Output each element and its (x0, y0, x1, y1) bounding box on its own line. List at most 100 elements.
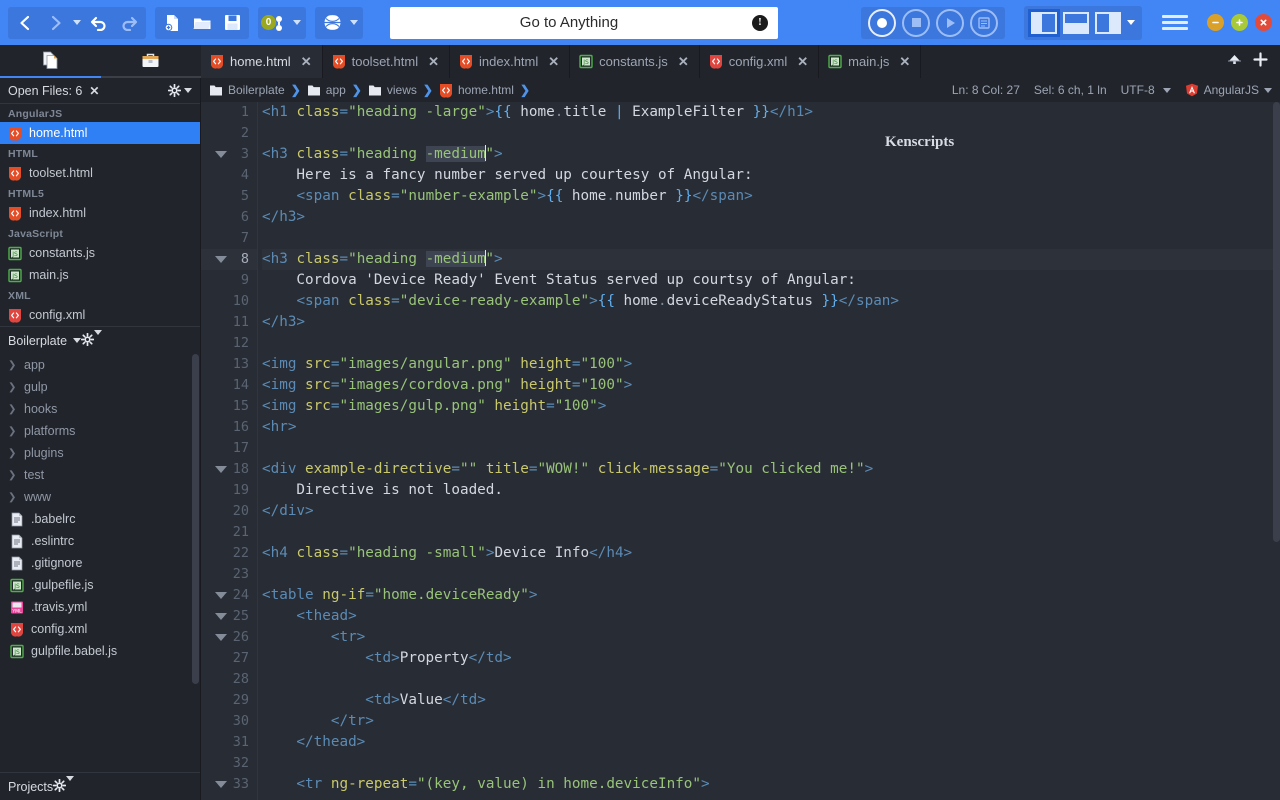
code-line[interactable]: <h3 class="heading -medium"> (262, 249, 1280, 270)
tree-item-plugins[interactable]: ❯plugins (0, 442, 200, 464)
chevron-right-icon[interactable]: ❯ (8, 492, 17, 503)
undo-button[interactable] (84, 8, 114, 38)
notifications-icon[interactable] (1226, 51, 1243, 72)
maximize-button[interactable] (1231, 14, 1248, 31)
tree-item-app[interactable]: ❯app (0, 354, 200, 376)
layout-dropdown-button[interactable] (1124, 8, 1138, 38)
code-line[interactable] (262, 669, 1280, 690)
save-button[interactable] (217, 8, 247, 38)
fold-arrow-icon[interactable] (215, 466, 227, 473)
editor-scrollbar[interactable] (1273, 102, 1280, 542)
code-line[interactable] (262, 564, 1280, 585)
tree-item-hooks[interactable]: ❯hooks (0, 398, 200, 420)
projects-settings-button[interactable] (53, 779, 74, 795)
code-line[interactable]: <img src="images/cordova.png" height="10… (262, 375, 1280, 396)
code-line[interactable] (262, 228, 1280, 249)
open-file-item-config-xml[interactable]: config.xml (0, 304, 200, 326)
record-button[interactable] (868, 9, 896, 37)
breadcrumb-item-home-html[interactable]: home.html (439, 83, 514, 98)
open-file-item-main-js[interactable]: JSmain.js (0, 264, 200, 286)
chevron-right-icon[interactable]: ❯ (8, 426, 17, 437)
chevron-right-icon[interactable]: ❯ (8, 360, 17, 371)
fold-arrow-icon[interactable] (215, 592, 227, 599)
fold-arrow-icon[interactable] (215, 613, 227, 620)
code-line[interactable] (262, 123, 1280, 144)
open-file-item-constants-js[interactable]: JSconstants.js (0, 242, 200, 264)
stop-button[interactable] (902, 9, 930, 37)
open-files-close-icon[interactable]: ✕ (89, 84, 99, 98)
tree-item--eslintrc[interactable]: .eslintrc (0, 530, 200, 552)
layout-left-panel-button[interactable] (1031, 12, 1057, 34)
chevron-right-icon[interactable]: ❯ (8, 448, 17, 459)
code-line[interactable]: </h3> (262, 312, 1280, 333)
code-line[interactable]: <tr ng-repeat="(key, value) in home.devi… (262, 774, 1280, 795)
console-button[interactable] (970, 9, 998, 37)
git-dropdown-button[interactable] (290, 8, 304, 38)
cursor-position[interactable]: Ln: 8 Col: 27 (952, 83, 1020, 97)
code-line[interactable] (262, 522, 1280, 543)
tree-item-www[interactable]: ❯www (0, 486, 200, 508)
browser-dropdown-button[interactable] (347, 8, 361, 38)
go-to-anything-bar[interactable]: ! (390, 7, 778, 39)
tree-item--gulpefile-js[interactable]: JS.gulpefile.js (0, 574, 200, 596)
chevron-right-icon[interactable]: ❯ (8, 382, 17, 393)
project-title[interactable]: Boilerplate (8, 334, 67, 348)
fold-arrow-icon[interactable] (215, 256, 227, 263)
tree-scrollbar[interactable] (192, 354, 199, 684)
code-line[interactable] (262, 438, 1280, 459)
open-folder-button[interactable] (187, 8, 217, 38)
project-settings-button[interactable] (81, 333, 102, 349)
nav-dropdown-button[interactable] (70, 8, 84, 38)
editor-tab-main-js[interactable]: JSmain.js✕ (819, 45, 921, 78)
code-line[interactable] (262, 753, 1280, 774)
code-line[interactable]: <table ng-if="home.deviceReady"> (262, 585, 1280, 606)
code-line[interactable]: <span class="device-ready-example">{{ ho… (262, 291, 1280, 312)
tree-item-test[interactable]: ❯test (0, 464, 200, 486)
tree-item-gulp[interactable]: ❯gulp (0, 376, 200, 398)
code-line[interactable]: <img src="images/angular.png" height="10… (262, 354, 1280, 375)
minimize-button[interactable] (1207, 14, 1224, 31)
code-editor[interactable]: 1234567891011121314151617181920212223242… (201, 102, 1280, 800)
encoding-label[interactable]: UTF-8 (1121, 83, 1155, 97)
code-line[interactable]: <img src="images/gulp.png" height="100"> (262, 396, 1280, 417)
tree-item--babelrc[interactable]: .babelrc (0, 508, 200, 530)
chevron-right-icon[interactable]: ❯ (8, 404, 17, 415)
files-tab[interactable] (0, 45, 101, 76)
new-file-button[interactable] (157, 8, 187, 38)
code-line[interactable]: Cordova 'Device Ready' Event Status serv… (262, 270, 1280, 291)
fold-arrow-icon[interactable] (215, 781, 227, 788)
play-button[interactable] (936, 9, 964, 37)
globe-button[interactable] (317, 8, 347, 38)
tab-close-icon[interactable]: ✕ (797, 54, 808, 70)
tab-close-icon[interactable]: ✕ (899, 54, 910, 70)
tree-item-gulpfile-babel-js[interactable]: JSgulpfile.babel.js (0, 640, 200, 662)
tab-close-icon[interactable]: ✕ (301, 54, 312, 70)
code-content[interactable]: <h1 class="heading -large">{{ home.title… (257, 102, 1280, 800)
chevron-down-icon[interactable] (1163, 88, 1171, 93)
code-line[interactable]: </tr> (262, 711, 1280, 732)
tab-close-icon[interactable]: ✕ (428, 54, 439, 70)
fold-arrow-icon[interactable] (215, 634, 227, 641)
code-line[interactable]: Here is a fancy number served up courtes… (262, 165, 1280, 186)
tree-item--travis-yml[interactable]: YML.travis.yml (0, 596, 200, 618)
code-line[interactable]: </div> (262, 501, 1280, 522)
code-line[interactable]: <thead> (262, 606, 1280, 627)
code-line[interactable]: </thead> (262, 732, 1280, 753)
tree-item-platforms[interactable]: ❯platforms (0, 420, 200, 442)
breadcrumb-item-views[interactable]: views (368, 83, 417, 98)
tab-close-icon[interactable]: ✕ (548, 54, 559, 70)
code-line[interactable]: <hr> (262, 417, 1280, 438)
toolset-tab[interactable] (101, 45, 202, 76)
code-line[interactable] (262, 333, 1280, 354)
info-icon[interactable]: ! (752, 15, 768, 31)
chevron-right-icon[interactable]: ❯ (8, 470, 17, 481)
editor-tab-toolset-html[interactable]: toolset.html✕ (323, 45, 450, 78)
open-file-item-toolset-html[interactable]: toolset.html (0, 162, 200, 184)
code-line[interactable]: <h3 class="heading -medium"> (262, 144, 1280, 165)
selection-info[interactable]: Sel: 6 ch, 1 ln (1034, 83, 1107, 97)
code-line[interactable]: <td>Property</td> (262, 648, 1280, 669)
tree-item-config-xml[interactable]: config.xml (0, 618, 200, 640)
code-line[interactable]: </h3> (262, 207, 1280, 228)
add-tab-icon[interactable] (1253, 52, 1268, 72)
open-file-item-index-html[interactable]: index.html (0, 202, 200, 224)
